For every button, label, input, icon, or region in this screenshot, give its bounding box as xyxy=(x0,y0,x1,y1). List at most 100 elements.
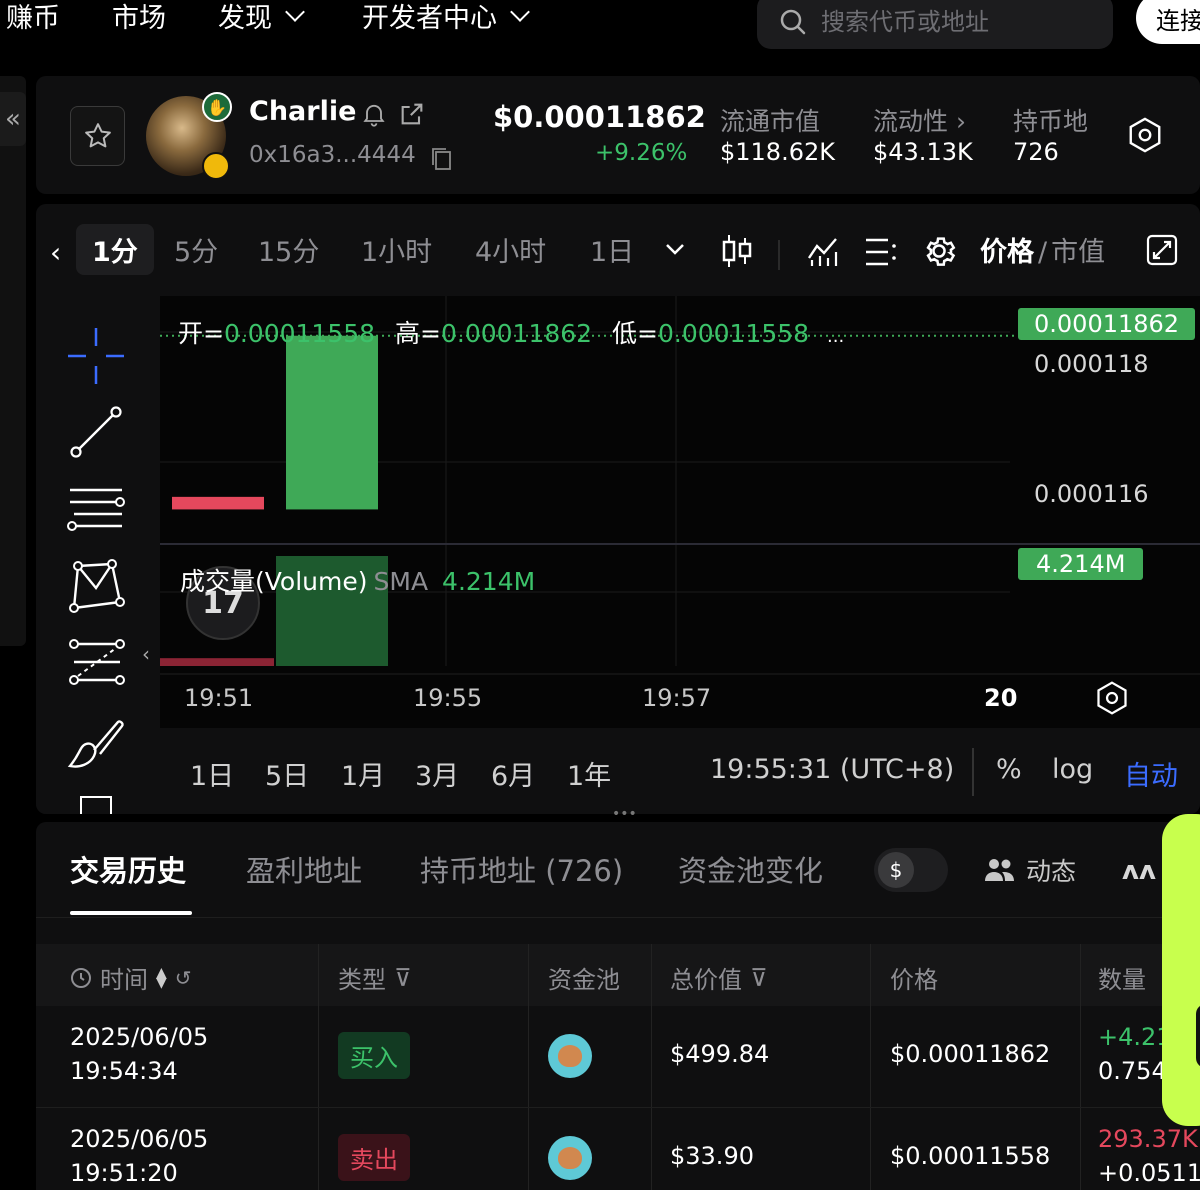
tf-5m[interactable]: 5分 xyxy=(174,230,218,269)
copy-icon[interactable] xyxy=(430,146,454,172)
nav-earn[interactable]: 赚币 xyxy=(6,0,60,35)
clock-icon xyxy=(71,967,91,988)
th-total-value[interactable]: 总价值 ⊽ xyxy=(670,960,768,995)
range-1d[interactable]: 1日 xyxy=(190,754,234,793)
token-header: ✋ Charlie 0x16a3...4444 $0.00011862 +9.2… xyxy=(36,76,1200,194)
stat-label-liquidity[interactable]: 流动性 › xyxy=(873,102,966,138)
trend-line-icon[interactable] xyxy=(64,400,128,464)
range-6m[interactable]: 6月 xyxy=(491,754,535,793)
search-box[interactable] xyxy=(757,0,1113,49)
tab-pool-changes[interactable]: 资金池变化 xyxy=(678,848,823,890)
nav-discover[interactable]: 发现 xyxy=(218,0,305,35)
dollar-icon: $ xyxy=(878,852,914,888)
stat-label-holders: 持币地 xyxy=(1013,107,1087,136)
log-toggle[interactable]: log xyxy=(1052,754,1093,785)
activity-filter-button[interactable]: 动态 xyxy=(984,852,1076,888)
th-pool: 资金池 xyxy=(548,966,620,994)
fullscreen-icon[interactable] xyxy=(1146,234,1178,266)
tab-holder-addresses[interactable]: 持币地址 (726) xyxy=(420,848,623,890)
nav-market[interactable]: 市场 xyxy=(112,0,166,35)
tf-4h[interactable]: 4小时 xyxy=(475,230,546,269)
auto-toggle[interactable]: 自动 xyxy=(1124,754,1178,793)
range-1m[interactable]: 1月 xyxy=(341,754,385,793)
time-readout[interactable]: 19:55:31 (UTC+8) xyxy=(710,754,954,785)
th-type[interactable]: 类型 ⊽ xyxy=(338,960,412,995)
collapse-sidebar-icon[interactable]: « xyxy=(0,92,26,146)
settings-hex-icon[interactable] xyxy=(1126,116,1164,154)
range-1y[interactable]: 1年 xyxy=(567,754,611,793)
hand-badge-icon: ✋ xyxy=(202,92,232,122)
search-input[interactable] xyxy=(821,7,1111,36)
currency-toggle[interactable]: $ xyxy=(874,848,948,892)
more-tools-icon[interactable] xyxy=(80,796,112,814)
candle xyxy=(172,496,264,510)
tf-1m[interactable]: 1分 xyxy=(76,224,154,275)
tf-1d[interactable]: 1日 xyxy=(590,230,634,269)
favorite-button[interactable] xyxy=(70,106,125,166)
toolbar-separator xyxy=(778,240,780,270)
table-header: 时间 ▲ ▼ ↺ 类型 ⊽ 资金池 总价值 ⊽ 价格 数量 xyxy=(36,944,1200,1006)
indicators-icon[interactable] xyxy=(806,234,840,268)
price-mcap-toggle[interactable]: 价格 / 市值 xyxy=(980,230,1105,269)
type-badge-sell: 卖出 xyxy=(338,1134,410,1181)
candle-type-icon[interactable] xyxy=(720,232,754,270)
filter-icon[interactable]: ⊽ xyxy=(750,964,768,992)
range-5d[interactable]: 5日 xyxy=(265,754,309,793)
fib-tool-icon[interactable] xyxy=(64,630,128,694)
trade-tabs: 交易历史 盈利地址 持币地址 (726) 资金池变化 $ 动态 ᴧᴧ xyxy=(36,822,1200,918)
sort-icon[interactable]: ▲ ▼ xyxy=(156,966,167,990)
volume-bar xyxy=(160,658,274,666)
tf-1h[interactable]: 1小时 xyxy=(361,230,432,269)
active-tab-indicator xyxy=(70,911,192,915)
pancakeswap-icon[interactable] xyxy=(548,1136,592,1180)
price-chart[interactable]: 开=0.00011558 高=0.00011862 低=0.00011558 .… xyxy=(160,296,1200,728)
filter-icon[interactable]: ⊽ xyxy=(394,964,412,992)
pattern-tool-icon[interactable] xyxy=(64,554,128,618)
brand-logo-icon[interactable]: ᴧᴧ xyxy=(1122,856,1156,886)
volume-legend: 成交量(Volume) SMA 4.214M xyxy=(180,567,536,596)
layout-list-icon[interactable] xyxy=(864,236,898,268)
connect-wallet-button[interactable]: 连接 xyxy=(1136,0,1200,44)
chevron-left-icon[interactable]: ‹ xyxy=(50,236,61,269)
floating-action-button[interactable] xyxy=(1162,814,1200,1126)
th-time[interactable]: 时间 ▲ ▼ ↺ xyxy=(70,960,192,995)
stat-value-liquidity: $43.13K xyxy=(873,138,973,166)
tf-15m[interactable]: 15分 xyxy=(258,230,319,269)
th-quantity: 数量 xyxy=(1098,966,1146,994)
range-3m[interactable]: 3月 xyxy=(415,754,459,793)
trade-value: $33.90 xyxy=(670,1142,754,1170)
tab-profit-addresses[interactable]: 盈利地址 xyxy=(246,848,362,890)
gear-icon[interactable] xyxy=(920,232,958,270)
horizontal-lines-icon[interactable] xyxy=(64,476,128,540)
time-tick: 19:57 xyxy=(642,684,712,712)
crosshair-icon[interactable] xyxy=(64,324,128,388)
token-name: Charlie xyxy=(249,96,357,127)
chart-panel: ‹ 1分 5分 15分 1小时 4小时 1日 价格 / 市值 ‹ 开=0.00011… xyxy=(36,204,1200,814)
table-row[interactable]: 2025/06/05 19:54:34 买入 $499.84 $0.0001186… xyxy=(36,1006,1200,1108)
chart-settings-icon[interactable] xyxy=(1094,680,1130,716)
star-icon xyxy=(84,123,111,148)
external-link-icon[interactable] xyxy=(398,100,426,128)
bell-plus-icon[interactable] xyxy=(360,100,388,128)
stat-value-holders: 726 xyxy=(1013,138,1059,166)
type-badge-buy: 买入 xyxy=(338,1032,410,1079)
collapse-tools-icon[interactable]: ‹ xyxy=(142,642,150,666)
nav-developer-center[interactable]: 开发者中心 xyxy=(362,0,530,35)
chevron-down-icon[interactable] xyxy=(664,242,686,256)
time-tick: 19:51 xyxy=(184,684,254,712)
ohlc-legend: 开=0.00011558 高=0.00011862 低=0.00011558 .… xyxy=(178,319,845,348)
time-tick: 19:55 xyxy=(413,684,483,712)
top-nav: 赚币 市场 发现 开发者中心 连接 xyxy=(0,0,1200,72)
panel-resize-handle[interactable]: ••• xyxy=(612,806,637,822)
cta-inner xyxy=(1196,1004,1200,1068)
tab-trade-history[interactable]: 交易历史 xyxy=(70,848,186,890)
brush-icon[interactable] xyxy=(64,710,128,774)
drawing-tools: ‹ xyxy=(36,296,160,814)
pancakeswap-icon[interactable] xyxy=(548,1034,592,1078)
table-row[interactable]: 2025/06/05 19:51:20 卖出 $33.90 $0.00011558… xyxy=(36,1108,1200,1190)
token-address: 0x16a3...4444 xyxy=(249,142,416,168)
trade-datetime: 2025/06/05 19:51:20 xyxy=(70,1125,209,1187)
percent-toggle[interactable]: % xyxy=(996,754,1022,785)
chevron-down-icon xyxy=(285,1,305,22)
refresh-icon[interactable]: ↺ xyxy=(175,966,192,990)
